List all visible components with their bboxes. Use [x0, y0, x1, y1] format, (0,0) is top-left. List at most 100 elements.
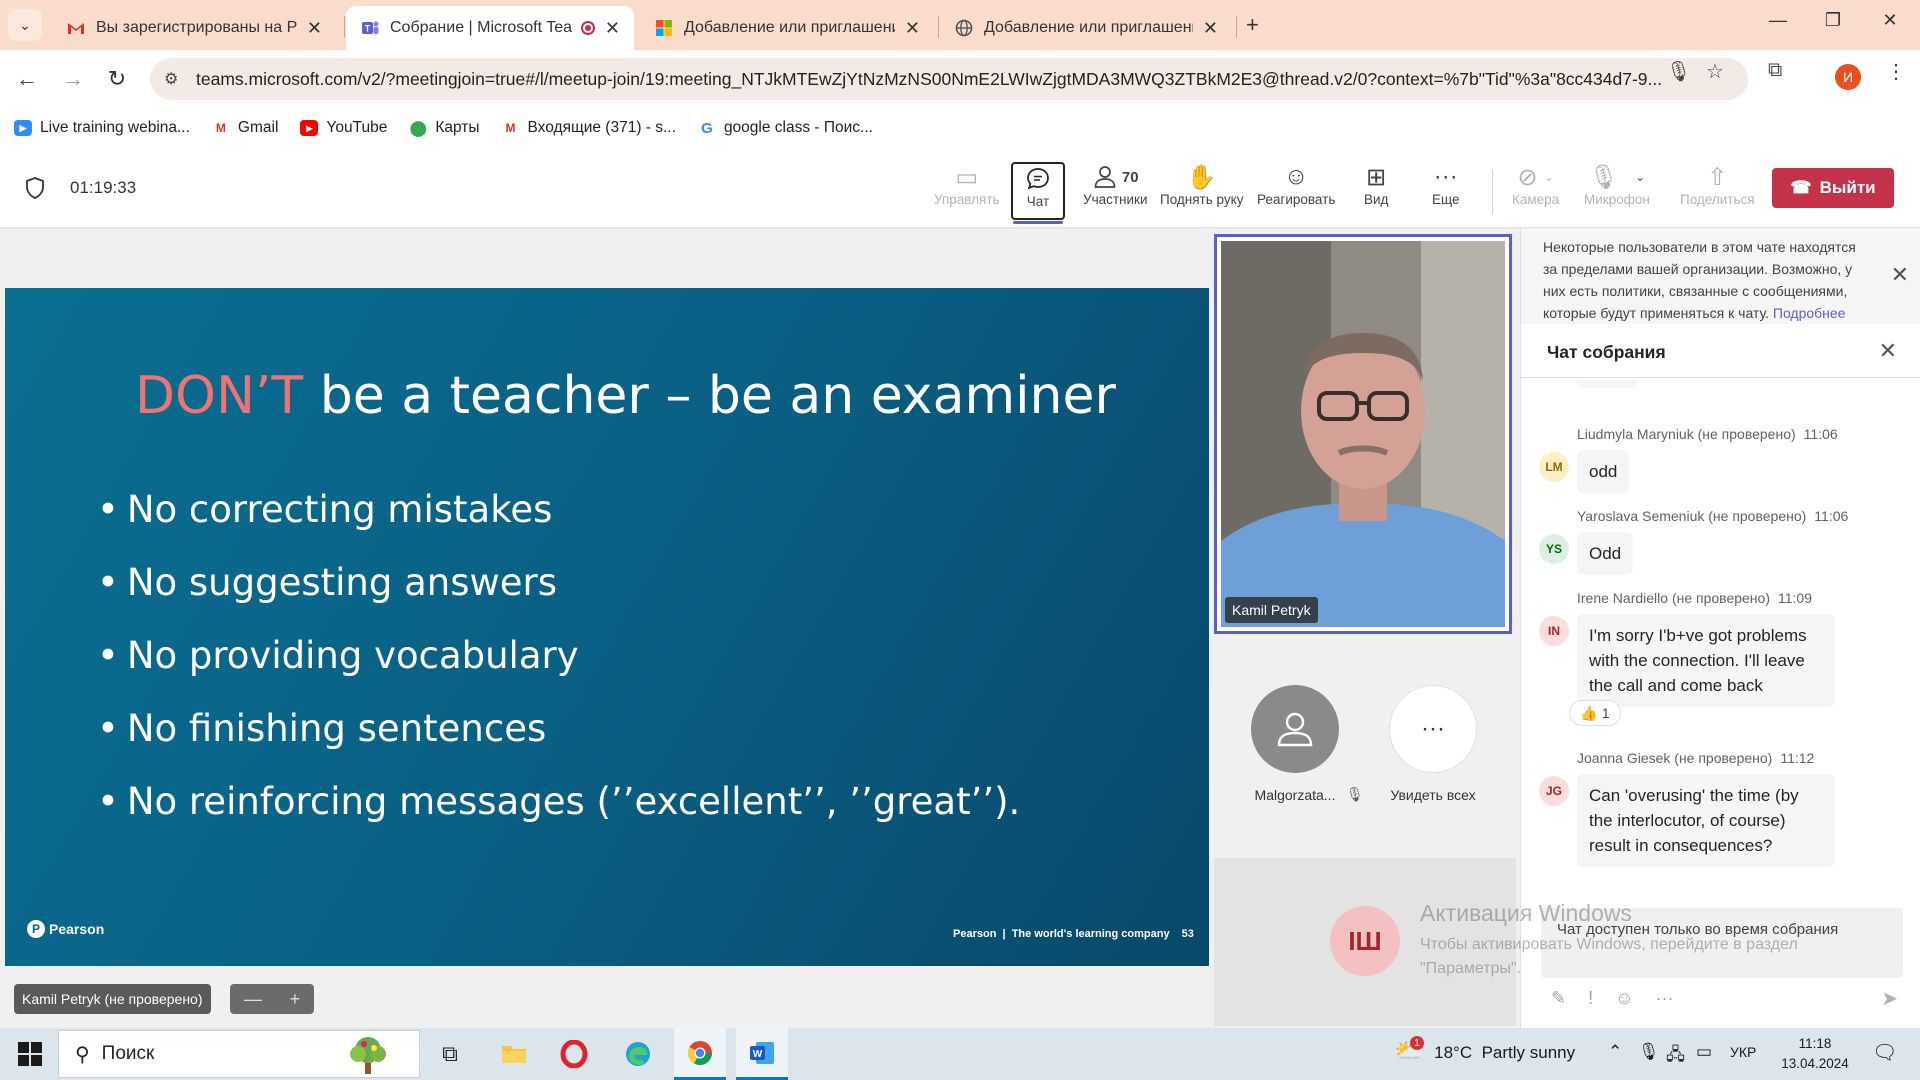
globe-icon [955, 19, 973, 37]
bookmark-inbox[interactable]: M Входящие (371) - s... [502, 119, 676, 137]
message-reaction[interactable]: 👍 1 [1569, 700, 1621, 726]
site-settings-icon[interactable]: ⚙ [164, 69, 178, 89]
zoom-out-button[interactable]: — [244, 989, 262, 1010]
send-icon[interactable]: ➤ [1881, 986, 1898, 1011]
message-author: Liudmyla Maryniuk (не проверено) [1577, 426, 1796, 442]
more-options-icon[interactable]: ··· [1656, 988, 1674, 1009]
word-icon[interactable]: W [736, 1028, 788, 1080]
participant-video-tile[interactable]: Kamil Petryk [1214, 234, 1512, 634]
url-input[interactable]: ⚙ teams.microsoft.com/v2/?meetingjoin=tr… [150, 58, 1748, 100]
emoji-icon[interactable]: ☺ [1615, 988, 1633, 1009]
bookmark-youtube[interactable]: ▶ YouTube [300, 119, 387, 137]
participants-button[interactable]: 70 Участники [1083, 162, 1148, 220]
forward-icon[interactable]: → [58, 66, 88, 92]
voice-search-icon[interactable]: 🎙 [1666, 59, 1691, 84]
mic-button[interactable]: 🎙 ⌄ Микрофон [1584, 162, 1650, 220]
opera-icon[interactable] [548, 1028, 600, 1080]
windows-start-icon[interactable] [18, 1042, 42, 1066]
pearson-logo-text: Pearson [49, 921, 105, 937]
leave-label: Выйти [1819, 178, 1876, 197]
tab-search-dropdown-icon[interactable]: ⌄ [8, 9, 42, 41]
close-notice-icon[interactable]: ✕ [1891, 264, 1909, 286]
close-tab-icon[interactable]: ✕ [905, 18, 920, 39]
react-button[interactable]: ☺ Реагировать [1257, 162, 1335, 220]
format-icon[interactable]: ✎ [1551, 988, 1566, 1009]
message-author: Yaroslava Semeniuk (не проверено) [1577, 508, 1807, 524]
bookmark-star-icon[interactable]: ☆ [1706, 59, 1724, 84]
chat-title: Чат собрания [1547, 342, 1666, 362]
browser-tab-globe[interactable]: Добавление или приглашение ✕ [940, 6, 1232, 50]
participants-label: Участники [1083, 192, 1148, 207]
more-label: Еще [1432, 192, 1460, 207]
close-tab-icon[interactable]: ✕ [307, 18, 322, 39]
view-button[interactable]: ⊞ Вид [1364, 162, 1388, 220]
browser-tab-gmail[interactable]: Вы зарегистрированы на PEAR ✕ [52, 6, 336, 50]
bookmark-live-training[interactable]: ▶ Live training webina... [14, 119, 190, 137]
manage-button[interactable]: ▭ Управлять [934, 162, 1000, 220]
slide-bullet: No finishing sentences [97, 707, 1020, 780]
svg-text:T: T [365, 24, 371, 34]
taskbar-clock[interactable]: 11:18 13.04.2024 [1780, 1034, 1850, 1074]
tab-title: Добавление или приглашение [684, 19, 895, 36]
close-tab-icon[interactable]: ✕ [1203, 18, 1218, 39]
share-button[interactable]: ⇧ Поделиться [1680, 162, 1755, 220]
close-chat-icon[interactable]: ✕ [1879, 338, 1897, 364]
close-window-icon[interactable]: ✕ [1870, 10, 1910, 31]
file-explorer-icon[interactable] [488, 1028, 540, 1080]
task-view-icon[interactable]: ⧉ [424, 1028, 476, 1080]
presenter-label: Kamil Petryk (не проверено) [14, 984, 211, 1014]
chat-message[interactable]: Irene Nardiello (не проверено) 11:09 IN I… [1539, 590, 1909, 707]
bookmark-gmail[interactable]: M Gmail [212, 119, 278, 137]
chat-message[interactable]: Yaroslava Semeniuk (не проверено) 11:06 Y… [1539, 508, 1909, 575]
raise-hand-button[interactable]: ✋ Поднять руку [1160, 162, 1243, 220]
profile-avatar[interactable]: И [1835, 64, 1861, 90]
more-button[interactable]: ··· Еще [1432, 162, 1459, 220]
battery-icon[interactable]: ▭ [1696, 1042, 1712, 1062]
minimize-icon[interactable]: — [1758, 10, 1798, 31]
microphone-tray-icon[interactable]: 🎙 [1638, 1042, 1660, 1062]
zoom-in-button[interactable]: + [290, 989, 301, 1010]
weather-widget[interactable]: ⛅ 1 18°C Partly sunny [1394, 1036, 1575, 1064]
close-tab-icon[interactable]: ✕ [605, 18, 620, 39]
notifications-icon[interactable]: 🗨 [1872, 1040, 1897, 1065]
chrome-icon[interactable] [674, 1028, 726, 1080]
chat-button[interactable]: Чат [1011, 162, 1065, 224]
reload-icon[interactable]: ↻ [102, 66, 132, 92]
language-indicator[interactable]: УКР [1730, 1044, 1756, 1060]
learn-more-link[interactable]: Подробнее [1773, 305, 1846, 321]
slide-bullet: No providing vocabulary [97, 634, 1020, 707]
browser-tab-microsoft[interactable]: Добавление или приглашение ✕ [640, 6, 934, 50]
gmail-icon [68, 23, 84, 34]
new-tab-button[interactable]: + [1246, 12, 1259, 38]
shield-icon[interactable] [24, 176, 46, 200]
chat-message[interactable]: Joanna Giesek (не проверено) 11:12 JG Can… [1539, 750, 1909, 867]
bookmark-label: Live training webina... [40, 119, 190, 136]
important-icon[interactable]: ! [1588, 988, 1593, 1009]
restore-icon[interactable]: ❐ [1813, 10, 1853, 31]
address-bar-row: ← → ↻ ⚙ teams.microsoft.com/v2/?meetingj… [0, 50, 1920, 108]
leave-button[interactable]: ☎ Выйти [1772, 168, 1894, 208]
slide-title: DON’T be a teacher – be an examiner [135, 366, 1135, 426]
extensions-icon[interactable]: ⧉ [1768, 59, 1782, 82]
message-bubble: Odd [1577, 532, 1634, 575]
chat-message[interactable]: Liudmyla Maryniuk (не проверено) 11:06 LM… [1539, 426, 1909, 493]
react-label: Реагировать [1257, 192, 1336, 207]
camera-button[interactable]: ⊘ ⌄ Камера [1512, 162, 1559, 220]
slide-bullets: No correcting mistakes No suggesting ans… [97, 488, 1021, 853]
bookmark-google-class[interactable]: Ggoogle class - Поис... [698, 119, 873, 137]
browser-menu-icon[interactable]: ⋮ [1886, 59, 1906, 84]
maps-icon: ⬤ [409, 120, 427, 137]
bookmark-maps[interactable]: ⬤ Карты [409, 119, 480, 137]
edge-icon[interactable] [612, 1028, 664, 1080]
network-icon[interactable]: 🖧 [1666, 1042, 1685, 1071]
browser-tab-teams[interactable]: T Собрание | Microsoft Teams ✕ [346, 6, 634, 50]
participant-tile-malgorzata[interactable]: Malgorzata... 🎙 [1250, 685, 1364, 803]
tab-title: Вы зарегистрированы на PEAR [96, 19, 297, 36]
message-time: 11:06 [1803, 426, 1838, 442]
thumbs-up-icon: 👍 [1580, 704, 1598, 721]
bookmark-label: Gmail [237, 119, 279, 136]
see-all-button[interactable]: ··· Увидеть всех [1388, 685, 1478, 803]
back-icon[interactable]: ← [12, 66, 42, 92]
google-icon: G [701, 119, 713, 137]
show-hidden-icons[interactable]: ⌃ [1608, 1042, 1622, 1062]
